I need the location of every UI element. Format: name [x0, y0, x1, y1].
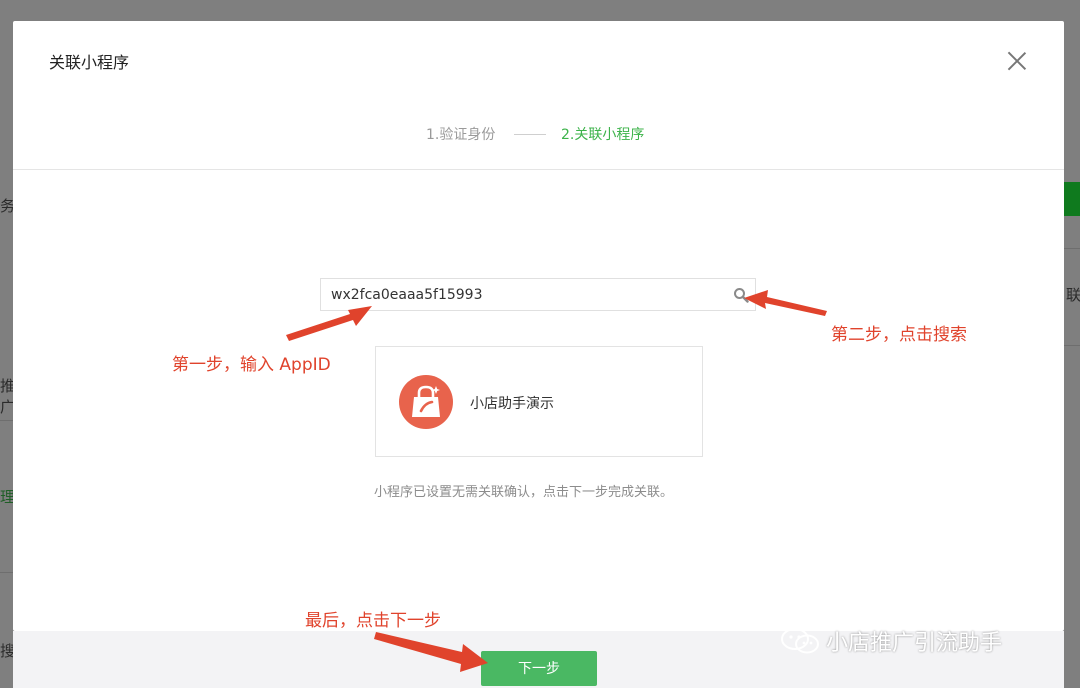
- header-divider: [13, 169, 1064, 170]
- background-text: 联: [1066, 286, 1080, 304]
- shopping-bag-icon: [399, 375, 453, 429]
- link-hint-text: 小程序已设置无需关联确认，点击下一步完成关联。: [374, 485, 674, 500]
- step-link-miniprogram: 2.关联小程序: [561, 127, 645, 143]
- background-divider: [0, 572, 13, 573]
- appid-search-input[interactable]: [331, 279, 711, 310]
- miniprogram-name: 小店助手演示: [470, 396, 554, 412]
- search-icon[interactable]: [733, 287, 749, 303]
- background-divider: [1064, 345, 1080, 346]
- watermark: 小店推广引流助手: [780, 626, 1002, 656]
- miniprogram-result-card[interactable]: 小店助手演示: [375, 346, 703, 457]
- step-two-annotation: 第二步，点击搜索: [831, 325, 967, 345]
- close-icon[interactable]: [1005, 49, 1029, 73]
- step-indicator: 1.验证身份 2.关联小程序: [13, 124, 1064, 150]
- wechat-icon: [781, 628, 819, 654]
- appid-search-box: [320, 278, 756, 311]
- background-green-button: [1064, 182, 1080, 216]
- watermark-text: 小店推广引流助手: [826, 631, 1003, 656]
- step-separator: [514, 134, 546, 135]
- dialog-title: 关联小程序: [49, 53, 130, 72]
- next-step-button[interactable]: 下一步: [481, 651, 597, 686]
- step-one-annotation: 第一步，输入 AppID: [172, 355, 331, 375]
- background-divider: [0, 420, 13, 421]
- step-verify-identity: 1.验证身份: [426, 127, 496, 143]
- background-text: 推广: [0, 377, 13, 416]
- background-divider: [1064, 248, 1080, 249]
- final-step-annotation: 最后，点击下一步: [305, 611, 441, 631]
